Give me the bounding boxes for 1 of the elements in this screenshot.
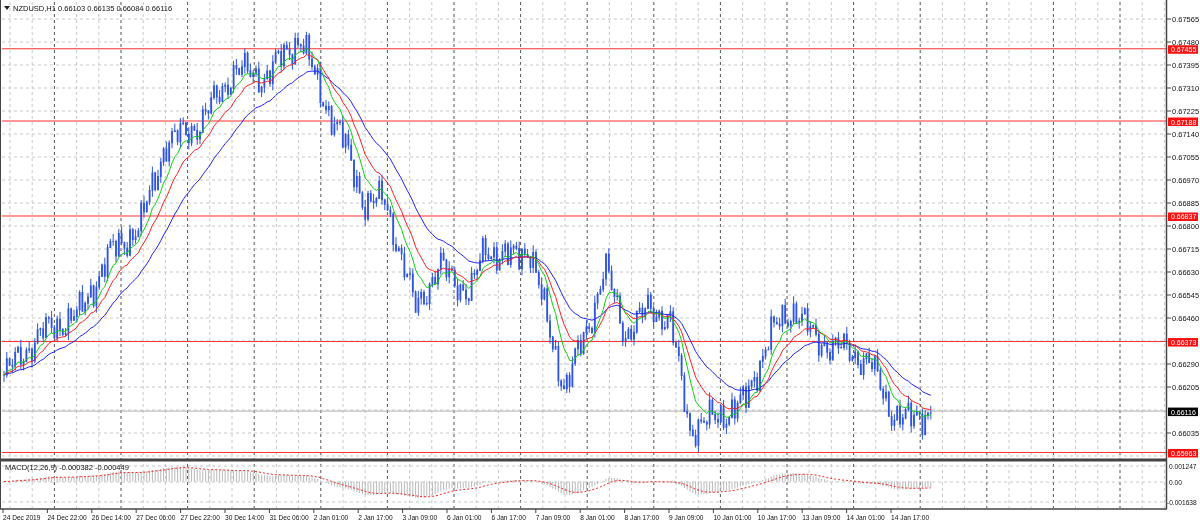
dropdown-triangle-icon[interactable] [4,6,10,10]
